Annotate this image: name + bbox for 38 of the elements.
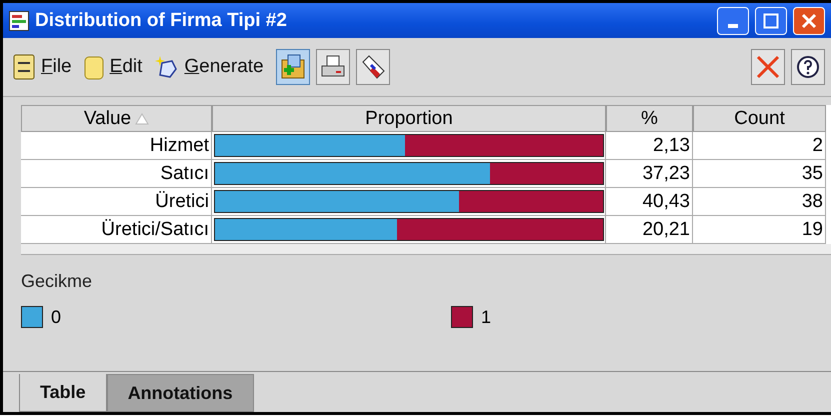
printer-icon[interactable]	[316, 49, 350, 85]
close-button[interactable]	[793, 6, 825, 34]
close-icon	[801, 12, 817, 28]
column-header[interactable]: Value	[21, 105, 212, 132]
tab[interactable]: Annotations	[106, 374, 254, 412]
chart-icon	[9, 10, 29, 30]
table-cell: 40,43	[606, 188, 693, 216]
clipboard-icon	[84, 54, 104, 80]
window-title: Distribution of Firma Tipi #2	[35, 10, 288, 32]
tab[interactable]: Table	[19, 374, 107, 412]
legend-title: Gecikme	[21, 271, 94, 292]
maximize-icon	[763, 12, 779, 28]
menu-item[interactable]: File	[13, 54, 78, 80]
table-cell: Hizmet	[21, 132, 212, 160]
menu-item[interactable]: Generate	[154, 55, 270, 79]
sparkle-icon	[154, 55, 178, 79]
column-header[interactable]: Count	[693, 105, 826, 132]
column-header[interactable]: Proportion	[212, 105, 606, 132]
table-cell: Satıcı	[21, 160, 212, 188]
tag-icon[interactable]	[356, 49, 390, 85]
legend-label: 1	[481, 306, 492, 328]
menu-item[interactable]: Edit	[84, 54, 148, 80]
minimize-icon	[728, 24, 738, 28]
sort-icon	[135, 112, 150, 124]
table-cell: 37,23	[606, 160, 693, 188]
table-cell: 2	[693, 132, 826, 160]
add-icon[interactable]	[276, 49, 310, 85]
maximize-button[interactable]	[755, 6, 787, 34]
help-icon[interactable]	[791, 49, 825, 85]
legend-label: 0	[51, 306, 62, 328]
minimize-button[interactable]	[717, 6, 749, 34]
table-cell: 38	[693, 188, 826, 216]
delete-icon[interactable]	[751, 49, 785, 85]
column-header[interactable]: %	[606, 105, 693, 132]
drawer-icon	[13, 54, 35, 80]
table-cell: 35	[693, 160, 826, 188]
table-cell: 2,13	[606, 132, 693, 160]
table-cell: Üretici	[21, 188, 212, 216]
